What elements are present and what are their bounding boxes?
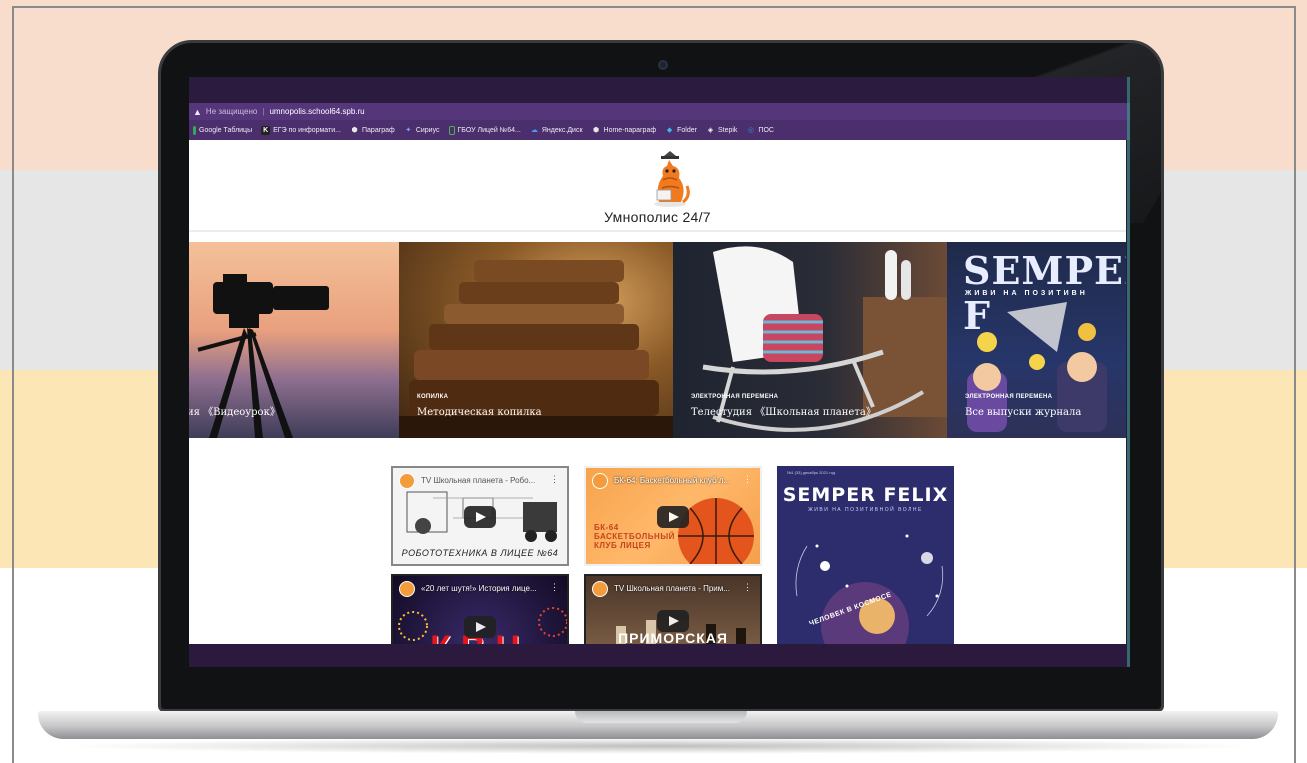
site-title[interactable]: Умнополис 24/7 — [189, 209, 1126, 225]
cat-mascot-logo[interactable] — [647, 146, 693, 208]
play-button-icon[interactable] — [657, 610, 689, 632]
k-letter-icon: K — [261, 125, 271, 135]
video-basketball[interactable]: БК-64: Баскетбольный клуб л... ⋮ БК-64 Б… — [584, 466, 762, 566]
video-primorskaya[interactable]: TV Школьная планета - Прим... ⋮ ПРИМОРСК… — [584, 574, 762, 644]
address-bar[interactable]: ▲ Не защищено | umnopolis.school64.spb.r… — [189, 103, 1130, 120]
channel-avatar[interactable] — [399, 473, 415, 489]
bookmark-label: ЕГЭ по информати... — [273, 126, 341, 134]
screen-edge-highlight — [1127, 77, 1130, 667]
bookmark-paragraf[interactable]: ⬢ Параграф — [350, 126, 395, 135]
slide-category: КОПИЛКА — [417, 394, 449, 400]
bookmark-label: ГБОУ Лицей №64... — [457, 126, 521, 134]
url-text[interactable]: umnopolis.school64.spb.ru — [269, 107, 364, 116]
bookmark-label: Stepik — [717, 126, 738, 134]
slide-category: ЭЛЕКТРОННАЯ ПЕРЕМЕНА — [691, 394, 779, 400]
bookmarks-bar: Google Таблицы K ЕГЭ по информати... ⬢ П… — [189, 120, 1130, 140]
video-caption: РОБОТОТЕХНИКА В ЛИЦЕЕ №64 — [401, 548, 559, 558]
video-robotics[interactable]: TV Школьная планета - Робо... ⋮ РОБОТОТЕ… — [391, 466, 569, 566]
bookmark-google-sheets[interactable]: Google Таблицы — [193, 125, 253, 135]
video-title[interactable]: TV Школьная планета - Прим... — [614, 584, 730, 593]
slide-category: ЭЛЕКТРОННАЯ ПЕРЕМЕНА — [965, 394, 1053, 400]
space-illustration — [795, 534, 944, 644]
hero-slider: ия 《Видеоурок》 КОПИЛКА Методическая копи… — [189, 242, 1126, 438]
slide-title: Телестудия 《Школьная планета》 — [691, 407, 876, 418]
more-options-icon[interactable]: ⋮ — [743, 582, 752, 593]
page-icon — [448, 125, 455, 135]
slide-methodical[interactable]: КОПИЛКА Методическая копилка — [399, 242, 673, 438]
more-options-icon[interactable]: ⋮ — [550, 474, 559, 485]
cloud-icon: ☁ — [530, 126, 538, 134]
slide-video-lesson[interactable]: ия 《Видеоурок》 — [189, 242, 399, 438]
more-options-icon[interactable]: ⋮ — [550, 582, 559, 593]
video-title[interactable]: «20 лет шутя!» История лице... — [421, 584, 537, 593]
channel-avatar[interactable] — [592, 581, 608, 597]
video-caption: ПРИМОРСКАЯ — [618, 630, 728, 644]
webcam-icon — [658, 60, 668, 70]
laptop-shadow — [60, 738, 1260, 754]
address-separator: | — [262, 107, 265, 116]
hexagon-icon: ⬢ — [592, 126, 600, 134]
video-title[interactable]: TV Школьная планета - Робо... — [421, 476, 535, 485]
sirius-icon: ✦ — [405, 126, 412, 134]
bookmark-label: Параграф — [362, 126, 395, 134]
slide-tv-studio[interactable]: ЭЛЕКТРОННАЯ ПЕРЕМЕНА Телестудия 《Школьна… — [673, 242, 947, 438]
google-sheets-icon — [193, 125, 196, 135]
stepik-icon: ◈ — [707, 126, 714, 134]
site-header: Умнополис 24/7 — [189, 140, 1126, 232]
warning-triangle-icon: ▲ — [193, 106, 202, 117]
channel-avatar[interactable] — [592, 473, 608, 489]
slide-title: ия 《Видеоурок》 — [189, 407, 280, 418]
laptop-notch — [575, 711, 747, 723]
slide-magazine[interactable]: SEMPER F ЖИВИ НА ПОЗИТИВН ЭЛЕКТРОННАЯ ПЕ… — [947, 242, 1126, 438]
pos-icon: ◎ — [747, 126, 754, 134]
bookmark-label: Сириус — [415, 126, 440, 134]
bookmark-lyceum[interactable]: ГБОУ Лицей №64... — [448, 125, 521, 135]
bookmark-label: Google Таблицы — [199, 126, 253, 134]
web-page: Умнополис 24/7 ия 《Видеоурок》 КОПИЛКА Ме… — [189, 140, 1126, 644]
bookmark-pos[interactable]: ◎ ПОС — [746, 126, 774, 135]
insecure-label: Не защищено — [205, 107, 258, 116]
folder-icon: ◆ — [666, 126, 673, 134]
slide-title: Методическая копилка — [417, 407, 542, 418]
bookmark-stepik[interactable]: ◈ Stepik — [706, 126, 738, 135]
more-options-icon[interactable]: ⋮ — [743, 474, 752, 485]
bookmark-home-paragraf[interactable]: ⬢ Home-параграф — [592, 126, 657, 135]
play-button-icon[interactable] — [464, 506, 496, 528]
channel-avatar[interactable] — [399, 581, 415, 597]
bookmark-ege[interactable]: K ЕГЭ по информати... — [261, 125, 341, 135]
screen-bottom-bezel — [189, 644, 1130, 667]
bookmark-yandex-disk[interactable]: ☁ Яндекс.Диск — [530, 126, 583, 135]
bookmark-label: Home-параграф — [603, 126, 657, 134]
bookmark-label: Folder — [677, 126, 697, 134]
hexagon-icon: ⬢ — [351, 126, 358, 134]
video-kvn[interactable]: «20 лет шутя!» История лице... ⋮ КВН — [391, 574, 569, 644]
laptop-screen: ▲ Не защищено | umnopolis.school64.spb.r… — [189, 77, 1130, 667]
video-title[interactable]: БК-64: Баскетбольный клуб л... — [614, 476, 730, 485]
video-caption: БК-64 БАСКЕТБОЛЬНЫЙ КЛУБ ЛИЦЕЯ — [594, 523, 675, 550]
bookmark-label: Яндекс.Диск — [541, 126, 583, 134]
bookmark-folder[interactable]: ◆ Folder — [665, 126, 697, 135]
bookmark-sirius[interactable]: ✦ Сириус — [404, 126, 440, 135]
slide-title: Все выпуски журнала — [965, 407, 1082, 418]
magazine-cover[interactable]: №1 (33) декабрь 2021 год SEMPER FELIX ЖИ… — [777, 466, 954, 644]
bookmark-label: ПОС — [758, 126, 774, 134]
play-button-icon[interactable] — [464, 616, 496, 638]
